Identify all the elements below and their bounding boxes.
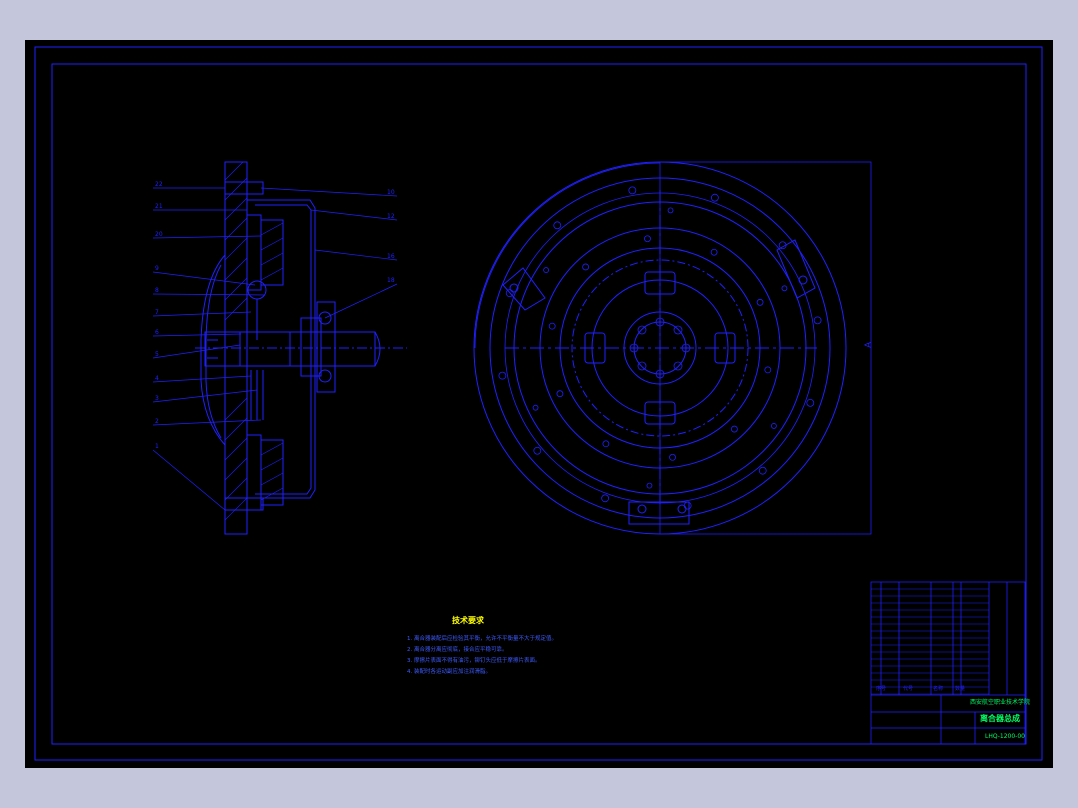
rivet-hole [628, 186, 637, 195]
callout-label-right: 12 [387, 213, 395, 220]
rivet-hole [710, 248, 718, 256]
callout-leader [310, 209, 398, 221]
note-item-3: 3. 摩擦片表面不得有油污，铆钉头应低于摩擦片表面。 [407, 656, 541, 664]
callout-label-left: 4 [155, 375, 159, 382]
rivet-hole [813, 316, 822, 325]
rivet-hole [646, 482, 653, 489]
flywheel-hatching [224, 161, 248, 521]
rivet-hole [756, 298, 764, 306]
callout-leader [152, 293, 266, 296]
callout-label-left: 9 [155, 265, 159, 272]
callout-label-left: 6 [155, 329, 159, 336]
rivet-hole [548, 322, 556, 330]
rivet-hole [498, 371, 507, 380]
callout-label-left: 8 [155, 287, 159, 294]
callout-label-right: 16 [387, 253, 395, 260]
rivet-hole [556, 390, 564, 398]
callout-label-right: 10 [387, 189, 395, 196]
callout-leader [314, 249, 398, 261]
rivet-hole [806, 398, 815, 407]
note-item-2: 2. 离合器分离应彻底，接合应平稳可靠。 [407, 645, 508, 653]
rivet-hole [770, 423, 777, 429]
callout-leaders [152, 187, 398, 511]
rivet-hole [644, 235, 651, 243]
cad-drawing-canvas[interactable]: 22 21 20 9 8 7 6 5 4 3 2 1 10 12 16 18 A… [25, 40, 1053, 768]
rivet-hole [683, 501, 692, 510]
rivet-hole [710, 193, 719, 202]
tb-header-code: 代号 [903, 685, 913, 692]
callout-labels: 22212098765432110121618 [155, 181, 395, 450]
rivet-hole [601, 494, 610, 503]
callout-label-left: 7 [155, 309, 159, 316]
callout-label-left: 5 [155, 351, 159, 358]
callout-leader [152, 333, 242, 337]
callout-leader [152, 375, 252, 383]
callout-leader [152, 271, 256, 286]
tb-header-qty: 数量 [955, 685, 965, 692]
rivet-hole [543, 267, 550, 273]
cad-drawing-svg: 22212098765432110121618 A 技术要求 1. 离合器装配后… [34, 46, 1043, 761]
callout-label-left: 2 [155, 418, 159, 425]
rivet-hole [602, 440, 610, 448]
rivet-hole [758, 466, 767, 475]
tb-drawing-name: 离合器总成 [980, 713, 1020, 723]
callout-label-left: 20 [155, 231, 163, 238]
callout-leader [152, 389, 258, 403]
inner-border [51, 63, 1027, 745]
callout-leader [152, 311, 252, 317]
front-view-labels: A [864, 341, 874, 348]
outer-border [34, 46, 1043, 761]
callout-leader [152, 344, 241, 359]
rivet-hole [781, 285, 788, 292]
technical-notes: 技术要求 1. 离合器装配后应检验其平衡，允许不平衡量不大于规定值。 2. 离合… [407, 615, 557, 675]
clutch-front-view [473, 161, 872, 535]
tb-header-name: 名称 [933, 685, 943, 692]
callout-label-left: 3 [155, 395, 159, 402]
callout-leader [324, 283, 398, 319]
note-item-4: 4. 装配时各运动副应加注润滑脂。 [407, 667, 491, 675]
side-mark: A [864, 341, 874, 348]
callout-label-right: 18 [387, 277, 395, 284]
rivet-hole [582, 263, 590, 271]
callout-leader [260, 187, 398, 197]
tb-drawing-no: LHQ-1200-00 [985, 733, 1025, 740]
note-item-1: 1. 离合器装配后应检验其平衡，允许不平衡量不大于规定值。 [407, 634, 557, 642]
rivet-hole [532, 404, 539, 411]
rivet-hole [764, 366, 772, 374]
callout-label-left: 1 [155, 443, 159, 450]
callout-label-left: 22 [155, 181, 163, 188]
callout-leader [152, 449, 226, 511]
notes-title: 技术要求 [452, 615, 485, 625]
title-block-rows [871, 588, 989, 695]
rivet-hole [730, 425, 738, 433]
rivet-hole [553, 221, 562, 230]
callout-leader [152, 419, 262, 426]
rivet-hole [669, 453, 676, 461]
callout-label-left: 21 [155, 203, 163, 210]
callout-leader [152, 235, 262, 239]
rivet-hole [667, 207, 674, 214]
tb-school: 西安航空职业技术学院 [970, 698, 1030, 706]
rivet-hole [533, 446, 542, 455]
tb-header-seq: 序号 [876, 685, 886, 692]
